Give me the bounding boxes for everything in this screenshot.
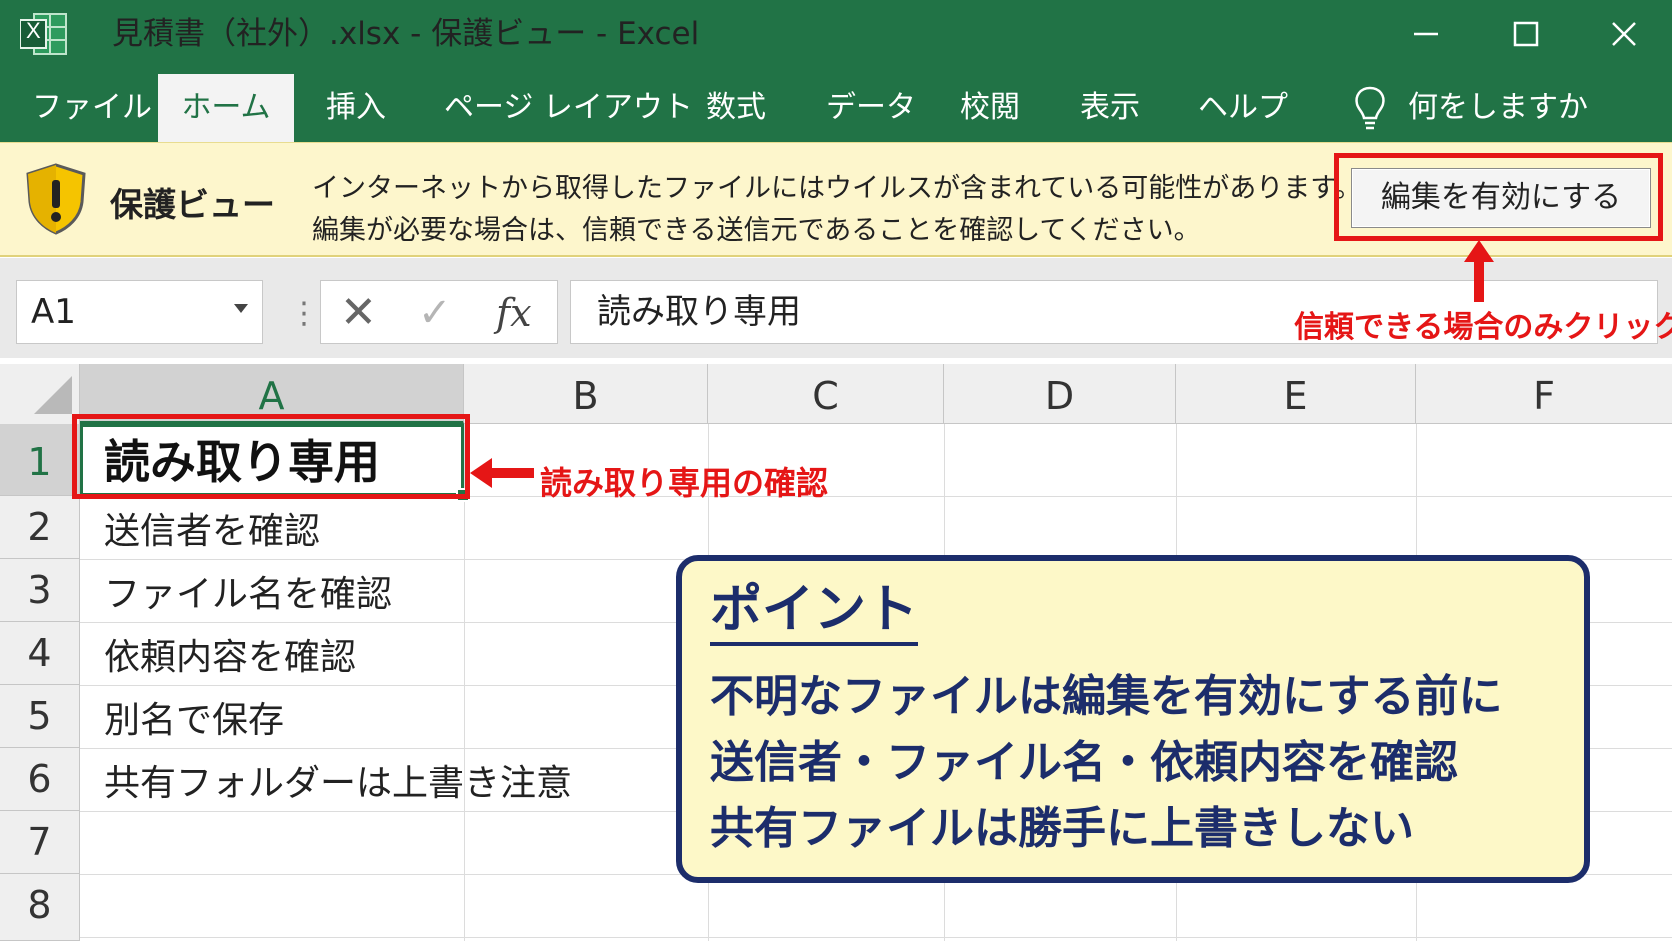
tab-view[interactable]: 表示 <box>1080 74 1140 142</box>
window-title: 見積書（社外）.xlsx - 保護ビュー - Excel <box>112 16 700 52</box>
lightbulb-icon[interactable] <box>1352 84 1388 132</box>
tab-help[interactable]: ヘルプ <box>1198 74 1288 142</box>
more-vertical-icon[interactable]: ⋮ <box>289 296 319 331</box>
tab-page-layout[interactable]: ページ レイアウト <box>444 74 693 142</box>
chevron-down-icon[interactable] <box>234 304 248 313</box>
cell-a4[interactable]: 依頼内容を確認 <box>104 628 356 680</box>
tell-me-search[interactable]: 何をしますか <box>1408 74 1588 142</box>
row-header-2[interactable]: 2 <box>0 496 80 559</box>
cell-a2[interactable]: 送信者を確認 <box>104 502 320 554</box>
name-box[interactable]: A1 <box>16 280 263 344</box>
point-line-2: 送信者・ファイル名・依頼内容を確認 <box>710 737 1458 788</box>
row-header-1[interactable]: 1 <box>0 424 80 496</box>
column-header-d[interactable]: D <box>944 364 1176 424</box>
tab-data[interactable]: データ <box>826 74 916 142</box>
tab-review[interactable]: 校閲 <box>960 74 1020 142</box>
protected-view-title: 保護ビュー <box>110 185 275 224</box>
gridline <box>80 937 1672 938</box>
protected-view-message-2: 編集が必要な場合は、信頼できる送信元であることを確認してください。 <box>312 215 1201 246</box>
row-header-8[interactable]: 8 <box>0 874 80 941</box>
tab-file[interactable]: ファイル <box>32 74 152 142</box>
close-icon <box>1612 22 1636 46</box>
row-header-6[interactable]: 6 <box>0 748 80 811</box>
protected-view-message-1: インターネットから取得したファイルにはウイルスが含まれている可能性があります。 <box>312 173 1362 204</box>
insert-function-icon[interactable]: fx <box>496 286 532 340</box>
a1-note: 読み取り専用の確認 <box>540 464 829 502</box>
column-header-e[interactable]: E <box>1176 364 1416 424</box>
excel-app-icon-letter: X <box>26 18 41 43</box>
row-header-5[interactable]: 5 <box>0 685 80 748</box>
cell-a5[interactable]: 別名で保存 <box>104 691 284 743</box>
enable-button-highlight <box>1334 153 1663 241</box>
close-button[interactable] <box>1596 12 1652 56</box>
column-header-c[interactable]: C <box>708 364 944 424</box>
point-line-3: 共有ファイルは勝手に上書きしない <box>710 803 1414 854</box>
tab-insert[interactable]: 挿入 <box>326 74 386 142</box>
cell-a6[interactable]: 共有フォルダーは上書き注意 <box>104 754 572 806</box>
a1-highlight <box>72 414 470 499</box>
point-title: ポイント <box>710 578 919 646</box>
column-header-f[interactable]: F <box>1416 364 1672 424</box>
select-all-triangle-icon <box>34 376 72 414</box>
arrow-left-icon <box>470 458 534 488</box>
row-header-7[interactable]: 7 <box>0 811 80 874</box>
check-icon[interactable]: ✓ <box>418 286 452 340</box>
maximize-icon <box>1513 21 1539 47</box>
point-line-1: 不明なファイルは編集を有効にする前に <box>710 671 1503 722</box>
column-header-b[interactable]: B <box>464 364 708 424</box>
cancel-icon[interactable]: ✕ <box>340 286 377 340</box>
row-header-4[interactable]: 4 <box>0 622 80 685</box>
tab-home[interactable]: ホーム <box>158 74 294 142</box>
maximize-button[interactable] <box>1498 12 1554 56</box>
warning-shield-icon <box>24 162 88 236</box>
row-header-3[interactable]: 3 <box>0 559 80 622</box>
enable-note: 信頼できる場合のみクリック <box>1294 310 1672 345</box>
arrow-up-icon <box>1464 240 1494 302</box>
minimize-button[interactable] <box>1398 12 1454 56</box>
tab-formulas[interactable]: 数式 <box>706 74 766 142</box>
cell-a3[interactable]: ファイル名を確認 <box>104 565 392 617</box>
minimize-icon <box>1414 32 1438 36</box>
